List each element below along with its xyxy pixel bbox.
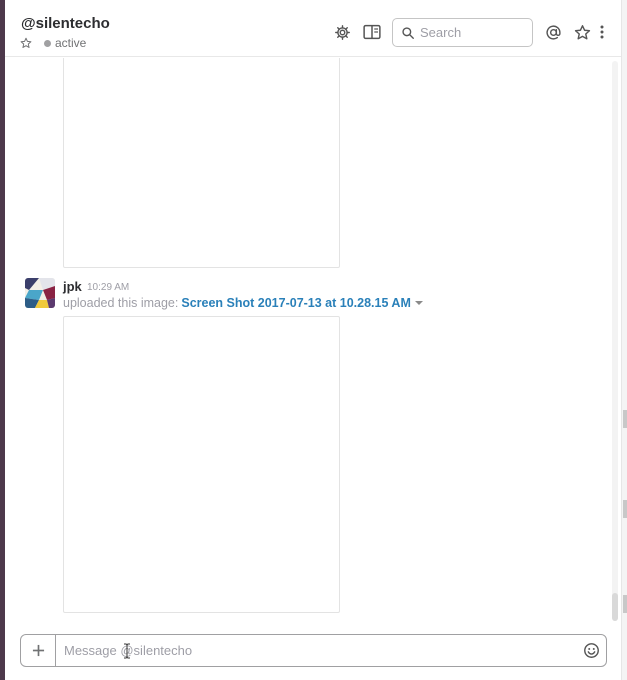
gear-icon[interactable]: [333, 23, 351, 41]
search-box[interactable]: [392, 18, 533, 47]
chevron-down-icon[interactable]: [414, 300, 423, 306]
attach-button[interactable]: [21, 635, 56, 666]
message-body: uploaded this image: Screen Shot 2017-07…: [63, 296, 423, 310]
at-sign-icon[interactable]: [544, 23, 562, 41]
star-icon[interactable]: [20, 37, 32, 49]
upload-prefix: uploaded this image:: [63, 296, 179, 310]
message-pane[interactable]: jpk 10:29 AM uploaded this image: Screen…: [5, 58, 609, 623]
search-icon: [402, 26, 414, 39]
scroll-track: [612, 61, 618, 621]
starred-items-star-icon[interactable]: [573, 23, 591, 41]
plus-icon: [32, 644, 44, 657]
emoji-button[interactable]: [576, 636, 606, 666]
search-input[interactable]: [420, 25, 520, 40]
presence-dot: [44, 39, 51, 47]
app-window: @silentecho active Search jpk 10:29 AM u…: [0, 0, 627, 680]
channel-meta: active: [20, 36, 86, 50]
scroll-thumb[interactable]: [612, 593, 618, 621]
scrollbar[interactable]: [609, 58, 621, 623]
channel-header: @silentecho active: [5, 0, 621, 57]
file-link[interactable]: Screen Shot 2017-07-13 at 10.28.15 AM: [181, 296, 411, 310]
presence-status: active: [55, 36, 87, 50]
sidebar-toggle-icon[interactable]: [363, 23, 381, 41]
more-vertical-icon[interactable]: [597, 23, 607, 41]
image-preview[interactable]: [63, 316, 340, 613]
smiley-icon: [583, 643, 599, 658]
avatar[interactable]: [25, 278, 55, 308]
message-composer: [20, 634, 607, 667]
channel-title[interactable]: @silentecho: [21, 15, 110, 32]
message-input[interactable]: [56, 636, 576, 665]
image-preview[interactable]: [63, 58, 340, 268]
text-cursor-icon: [124, 643, 130, 659]
window-edge: [621, 0, 627, 680]
message-timestamp[interactable]: 10:29 AM: [87, 282, 129, 293]
message-sender[interactable]: jpk: [63, 279, 82, 294]
